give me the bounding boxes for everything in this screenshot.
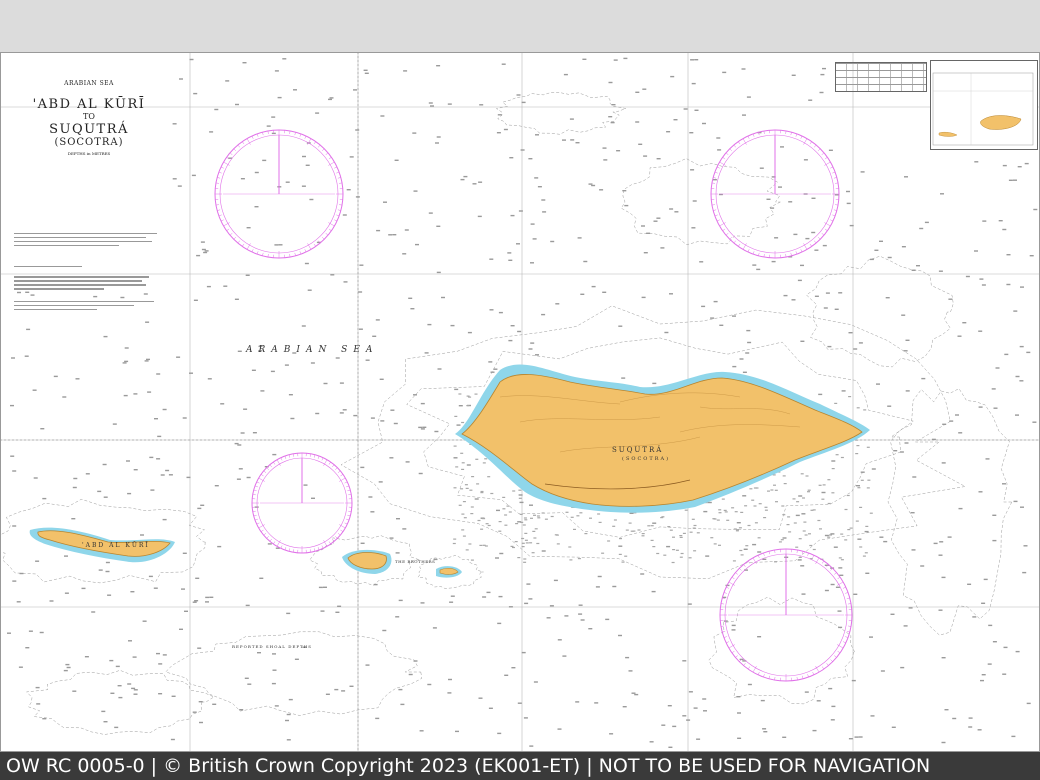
compass-rose [719, 548, 853, 682]
chart-notes [14, 230, 164, 320]
brothers-label: THE BROTHERS [395, 559, 436, 564]
sea-heading: ARABIAN SEA [64, 80, 114, 87]
title-alt-name: (SOCOTRA) [54, 137, 124, 148]
nautical-chart[interactable]: ARABIAN SEA 'ABD AL KŪRĪ TO SUQUTRÁ (SOC… [0, 52, 1040, 752]
title-line-2: SUQUTRÁ [49, 122, 129, 137]
title-line-1: 'ABD AL KŪRĪ [32, 97, 146, 112]
west-island-label: 'ABD AL KŪRĪ [82, 542, 150, 549]
tidal-levels-table [835, 62, 927, 92]
main-island-alt-label: (SOCOTRA) [622, 456, 671, 462]
compass-rose [251, 452, 353, 554]
compass-rose [710, 129, 840, 259]
sea-name-label: ARABIAN SEA [246, 345, 379, 355]
source-diagram-inset [930, 60, 1038, 150]
shoal-label: REPORTED SHOAL DEPTHS [232, 644, 312, 649]
depths-note: DEPTHS in METRES [67, 151, 111, 156]
copyright-footer: OW RC 0005-0 | © British Crown Copyright… [0, 752, 1040, 780]
chart-title-block: ARABIAN SEA 'ABD AL KŪRĪ TO SUQUTRÁ (SOC… [14, 80, 164, 156]
compass-rose [214, 129, 344, 259]
chart-canvas[interactable] [0, 52, 1040, 752]
inset-map [932, 72, 1034, 146]
top-margin [0, 0, 1040, 52]
title-connector: TO [83, 112, 95, 121]
main-island-label: SUQUTRÁ [612, 446, 664, 454]
